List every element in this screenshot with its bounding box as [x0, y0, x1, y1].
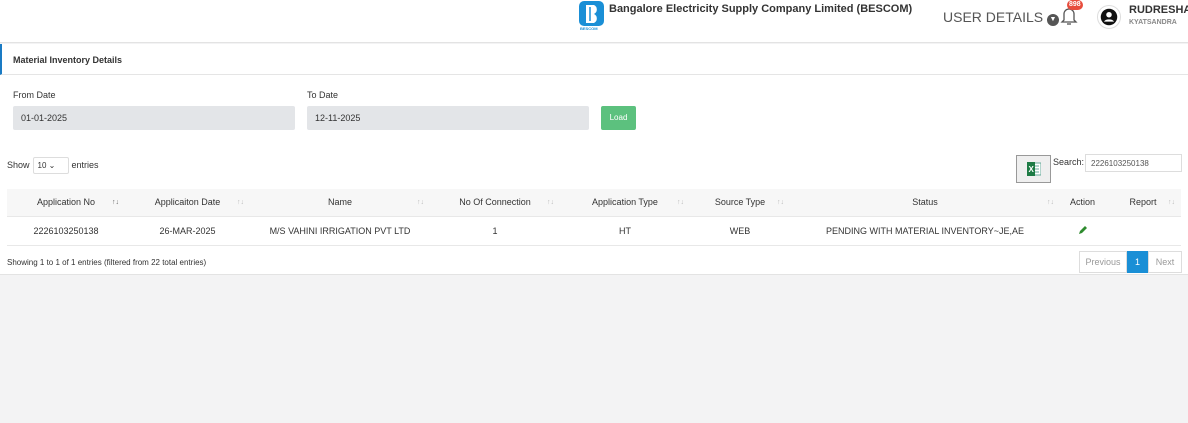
cell-report	[1105, 215, 1181, 246]
cell-no-of-connection: 1	[430, 215, 560, 246]
cell-action	[1060, 215, 1105, 246]
sort-icon: ↑↓	[1168, 199, 1175, 206]
cell-name: M/S VAHINI IRRIGATION PVT LTD	[250, 215, 430, 246]
sort-icon: ↑↓	[1047, 199, 1054, 206]
sort-icon: ↑↓	[417, 199, 424, 206]
search-label: Search:	[1053, 157, 1085, 167]
table-row: 2226103250138 26-MAR-2025 M/S VAHINI IRR…	[7, 215, 1181, 246]
top-header: BESCOM Bangalore Electricity Supply Comp…	[0, 0, 1188, 43]
cell-source-type: WEB	[690, 215, 790, 246]
user-name: RUDRESHA	[1129, 4, 1188, 16]
table-info: Showing 1 to 1 of 1 entries (filtered fr…	[7, 258, 207, 267]
notification-badge: 898	[1067, 0, 1083, 10]
avatar[interactable]	[1097, 5, 1121, 29]
col-name[interactable]: Name ↑↓	[250, 189, 430, 216]
cell-application-date: 26-MAR-2025	[125, 215, 250, 246]
sort-icon: ↑↓	[112, 199, 119, 206]
search-input[interactable]: 2226103250138	[1085, 154, 1182, 172]
table-header-row: Application No ↑↓ Applicaiton Date ↑↓ Name…	[7, 189, 1181, 216]
entries-label: entries	[71, 159, 99, 170]
cell-application-no: 2226103250138	[7, 215, 125, 246]
svg-text:X: X	[1029, 165, 1035, 174]
page-size-select[interactable]: 10 ⌄	[32, 157, 69, 174]
col-application-no[interactable]: Application No ↑↓	[7, 189, 125, 216]
page-size-control: Show 10 ⌄ entries	[7, 157, 99, 174]
col-action: Action	[1060, 189, 1105, 216]
material-inventory-panel: Material Inventory Details From Date 01-…	[0, 44, 1188, 275]
page-1-button[interactable]: 1	[1127, 251, 1148, 273]
user-location: KYATSANDRA	[1129, 19, 1177, 26]
col-source-type[interactable]: Source Type ↑↓	[690, 189, 790, 216]
excel-export-button[interactable]: X	[1016, 155, 1051, 183]
show-label: Show	[7, 159, 30, 170]
from-date-input[interactable]: 01-01-2025	[13, 106, 295, 130]
load-button[interactable]: Load	[601, 106, 636, 130]
from-date-label: From Date	[13, 90, 56, 100]
sort-icon: ↑↓	[547, 199, 554, 206]
col-application-type[interactable]: Application Type ↑↓	[560, 189, 690, 216]
user-details-label: USER DETAILS	[943, 9, 1044, 25]
col-report[interactable]: Report ↑↓	[1105, 189, 1181, 216]
edit-pencil-icon[interactable]	[1078, 225, 1088, 235]
excel-icon: X	[1027, 162, 1042, 176]
sort-icon: ↑↓	[677, 199, 684, 206]
col-no-of-connection[interactable]: No Of Connection ↑↓	[430, 189, 560, 216]
page-size-value: 10	[37, 161, 47, 170]
panel-title: Material Inventory Details	[0, 44, 1188, 75]
to-date-input[interactable]: 12-11-2025	[307, 106, 589, 130]
bescom-logo: BESCOM	[579, 1, 604, 31]
chevron-down-icon: ▼	[1047, 14, 1059, 26]
sort-icon: ↑↓	[237, 199, 244, 206]
sort-icon: ↑↓	[777, 199, 784, 206]
previous-button[interactable]: Previous	[1079, 251, 1127, 273]
cell-status: PENDING WITH MATERIAL INVENTORY~JE,AE	[790, 215, 1060, 246]
cell-application-type: HT	[560, 215, 690, 246]
to-date-label: To Date	[307, 90, 339, 100]
svg-text:BESCOM: BESCOM	[580, 26, 598, 31]
next-button[interactable]: Next	[1148, 251, 1182, 273]
inventory-table: Application No ↑↓ Applicaiton Date ↑↓ Name…	[7, 189, 1181, 246]
col-application-date[interactable]: Applicaiton Date ↑↓	[125, 189, 250, 216]
user-details-menu[interactable]: USER DETAILS ▼	[943, 9, 1059, 26]
col-status[interactable]: Status ↑↓	[790, 189, 1060, 216]
org-name: Bangalore Electricity Supply Company Lim…	[609, 3, 913, 15]
chevron-down-icon: ⌄	[48, 161, 56, 170]
